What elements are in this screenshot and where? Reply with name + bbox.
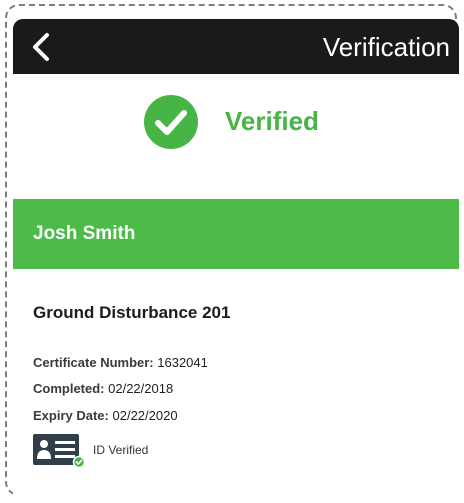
course-title: Ground Disturbance 201 bbox=[33, 303, 231, 322]
field-label: Certificate Number: bbox=[33, 355, 154, 370]
field-label: Completed: bbox=[33, 381, 105, 396]
certificate-number-field: Certificate Number: 1632041 bbox=[33, 355, 208, 370]
field-value: 02/22/2020 bbox=[112, 408, 178, 423]
id-card-verified-icon bbox=[33, 434, 86, 468]
back-button[interactable] bbox=[27, 27, 67, 67]
completed-field: Completed: 02/22/2018 bbox=[33, 381, 173, 396]
page-title: Verification bbox=[322, 32, 450, 62]
app-screen: Verification Verified Josh Smith Ground … bbox=[13, 19, 459, 503]
id-verified-label: ID Verified bbox=[93, 443, 149, 457]
title-bar: Verification bbox=[13, 19, 459, 74]
check-circle-icon bbox=[144, 95, 198, 149]
field-label: Expiry Date: bbox=[33, 408, 109, 423]
expiry-date-field: Expiry Date: 02/22/2020 bbox=[33, 408, 178, 423]
holder-banner: Josh Smith bbox=[13, 199, 459, 269]
chevron-left-icon bbox=[33, 33, 49, 61]
field-value: 02/22/2018 bbox=[108, 381, 174, 396]
holder-name: Josh Smith bbox=[33, 223, 136, 244]
field-value: 1632041 bbox=[157, 355, 208, 370]
status-label: Verified bbox=[225, 106, 319, 136]
